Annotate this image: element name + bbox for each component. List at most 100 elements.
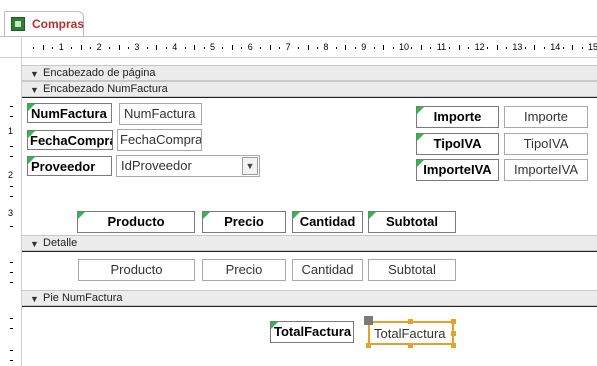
ruler-number: 6 xyxy=(247,42,253,52)
ruler-tick xyxy=(449,47,451,49)
label-cantidad[interactable]: Cantidad xyxy=(292,211,363,233)
resize-handle[interactable] xyxy=(451,343,456,348)
ruler-tick xyxy=(420,45,422,50)
label-importe[interactable]: Importe xyxy=(416,106,499,128)
ruler-number: 1 xyxy=(8,126,14,136)
ruler-tick xyxy=(203,47,205,49)
resize-handle[interactable] xyxy=(451,331,456,336)
ruler-tick xyxy=(156,45,158,50)
ruler-tick xyxy=(316,47,318,49)
field-cantidad[interactable]: Cantidad xyxy=(292,259,363,281)
combo-value: IdProveedor xyxy=(121,158,192,173)
label-producto[interactable]: Producto xyxy=(77,211,195,233)
ruler-tick xyxy=(572,45,574,50)
ruler-tick xyxy=(52,47,54,49)
resize-handle[interactable] xyxy=(451,319,456,324)
ruler-number: 8 xyxy=(323,42,329,52)
ruler-tick xyxy=(10,360,13,361)
field-numfactura[interactable]: NumFactura xyxy=(119,103,202,125)
field-importe[interactable]: Importe xyxy=(504,106,588,128)
label-tipoiva[interactable]: TipoIVA xyxy=(416,133,499,155)
field-fechacompra[interactable]: FechaCompra xyxy=(117,129,202,151)
ruler-tick xyxy=(373,47,375,49)
field-precio[interactable]: Precio xyxy=(202,259,286,281)
horizontal-ruler[interactable]: 1 2 3 4 5 6 7 8 9 10 11 12 13 14 15 xyxy=(22,38,597,58)
ruler-tick xyxy=(392,47,394,49)
document-tab-bar xyxy=(0,0,597,37)
ruler-corner[interactable] xyxy=(0,38,22,58)
ruler-number: 12 xyxy=(474,42,485,52)
ruler-number: 5 xyxy=(210,42,216,52)
section-bar-group-header[interactable]: ▼ Encabezado NumFactura xyxy=(22,81,597,97)
section-arrow-icon: ▼ xyxy=(30,85,39,95)
field-proveedor-combo[interactable]: IdProveedor ▼ xyxy=(116,155,260,177)
ruler-tick xyxy=(231,45,233,50)
ruler-tick xyxy=(10,186,13,187)
ruler-tick xyxy=(10,116,13,117)
ruler-tick xyxy=(562,47,564,49)
ruler-tick xyxy=(10,272,13,273)
ruler-number: 15 xyxy=(588,42,597,52)
label-proveedor[interactable]: Proveedor xyxy=(27,156,112,176)
section-label: Encabezado de página xyxy=(43,67,156,79)
ruler-tick xyxy=(10,106,13,107)
ruler-number: 11 xyxy=(436,42,447,52)
ruler-tick xyxy=(10,196,13,197)
tab-compras[interactable]: Compras xyxy=(4,11,84,37)
ruler-number: 2 xyxy=(8,170,14,180)
ruler-number: 7 xyxy=(285,42,291,52)
ruler-tick xyxy=(487,47,489,49)
ruler-tick xyxy=(430,47,432,49)
ruler-tick xyxy=(165,47,167,49)
ruler-tick xyxy=(543,47,545,49)
ruler-tick xyxy=(524,47,526,49)
chevron-down-icon[interactable]: ▼ xyxy=(242,157,258,175)
ruler-tick xyxy=(335,47,337,49)
label-precio[interactable]: Precio xyxy=(202,211,286,233)
ruler-tick xyxy=(10,318,13,319)
ruler-tick xyxy=(581,47,583,49)
section-label: Pie NumFactura xyxy=(43,292,123,304)
ruler-tick xyxy=(260,47,262,49)
ruler-tick xyxy=(146,47,148,49)
ruler-tick xyxy=(118,45,120,50)
section-bar-group-footer[interactable]: ▼ Pie NumFactura xyxy=(22,290,597,306)
section-label: Detalle xyxy=(43,237,78,249)
ruler-tick xyxy=(505,47,507,49)
field-totalfactura-selected[interactable]: TotalFactura xyxy=(368,321,454,345)
tab-label: Compras xyxy=(32,17,85,31)
section-bar-page-header[interactable]: ▼ Encabezado de página xyxy=(22,65,597,81)
ruler-tick xyxy=(411,47,413,49)
vertical-ruler[interactable]: 1 2 3 xyxy=(0,58,22,366)
ruler-number: 9 xyxy=(361,42,367,52)
section-arrow-icon: ▼ xyxy=(30,69,39,79)
label-importeiva[interactable]: ImporteIVA xyxy=(416,159,499,181)
ruler-tick xyxy=(33,47,35,49)
move-handle[interactable] xyxy=(364,316,373,325)
field-importeiva[interactable]: ImporteIVA xyxy=(504,159,588,181)
section-bar-detail[interactable]: ▼ Detalle xyxy=(22,235,597,251)
resize-handle[interactable] xyxy=(366,343,371,348)
ruler-tick xyxy=(10,282,13,283)
label-fechacompra[interactable]: FechaCompra xyxy=(27,130,113,150)
ruler-tick xyxy=(10,156,13,157)
ruler-tick xyxy=(184,47,186,49)
label-totalfactura[interactable]: TotalFactura xyxy=(270,321,354,343)
ruler-tick xyxy=(109,47,111,49)
section-arrow-icon: ▼ xyxy=(30,239,39,249)
ruler-tick xyxy=(496,45,498,50)
resize-handle[interactable] xyxy=(408,319,413,324)
ruler-tick xyxy=(307,45,309,50)
ruler-tick xyxy=(10,350,13,351)
field-subtotal[interactable]: Subtotal xyxy=(368,259,456,281)
ruler-tick xyxy=(194,45,196,50)
ruler-number: 14 xyxy=(550,42,561,52)
label-subtotal[interactable]: Subtotal xyxy=(368,211,456,233)
field-tipoiva[interactable]: TipoIVA xyxy=(504,133,588,155)
label-numfactura[interactable]: NumFactura xyxy=(27,103,112,123)
field-producto[interactable]: Producto xyxy=(78,259,195,281)
ruler-number: 1 xyxy=(58,42,64,52)
resize-handle[interactable] xyxy=(408,343,413,348)
ruler-tick xyxy=(10,146,13,147)
ruler-number: 3 xyxy=(134,42,140,52)
